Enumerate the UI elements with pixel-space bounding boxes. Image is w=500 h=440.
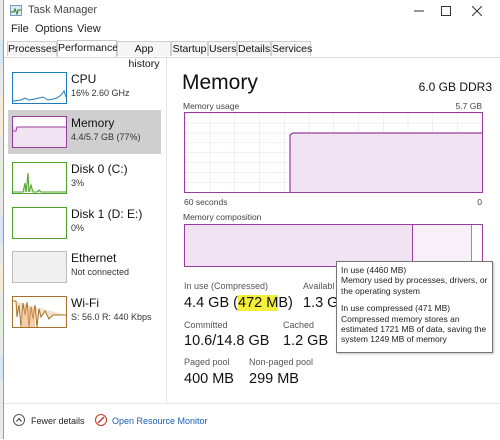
title-bar[interactable]: Task Manager [4,0,500,22]
tooltip-line: In use (4460 MB) [341,265,407,275]
sidebar-item-memory[interactable]: Memory 4.4/5.7 GB (77%) [8,110,161,154]
minimize-icon [414,10,424,12]
available-label: Availabl [303,281,335,291]
disk-0-thumbnail-graph [12,162,67,194]
sidebar-item-ethernet[interactable]: Ethernet Not connected [8,247,161,291]
memory-thumbnail-graph [12,116,67,148]
sidebar-item-label: Ethernet [71,251,117,265]
disk-1-thumbnail-graph [12,207,67,239]
maximize-button[interactable] [431,0,461,22]
in-use-segment[interactable] [185,225,412,266]
memory-composition-tooltip: In use (4460 MB) Memory used by processe… [336,261,493,353]
sidebar-item-label: Memory [71,116,115,130]
cached-value: 1.2 GB [283,333,329,349]
tab-processes[interactable]: Processes [7,41,57,56]
sidebar-item-label: CPU [71,72,97,86]
sidebar-item-label: Wi-Fi [71,296,99,310]
menu-file[interactable]: File [11,23,29,35]
tab-app-history[interactable]: App history [117,41,171,70]
open-resource-monitor-link[interactable]: Open Resource Monitor [112,416,208,426]
tooltip-line: Compressed memory stores an [341,313,460,324]
sidebar-item-wifi[interactable]: Wi-Fi S: 56.0 R: 440 Kbps [8,292,161,336]
segment-divider [471,225,472,266]
tab-startup[interactable]: Startup [171,41,208,56]
committed-value: 10.6/14.8 GB [184,333,270,349]
non-paged-pool-value: 299 MB [249,371,299,387]
menu-view[interactable]: View [77,23,101,35]
page-title: Memory [182,71,258,94]
sidebar-item-sub: 0% [71,223,85,233]
committed-label: Committed [184,320,228,330]
sidebar-item-sub: 4.4/5.7 GB (77%) [71,132,141,142]
memory-spec: 6.0 GB DDR3 [418,80,492,94]
in-use-label: In use (Compressed) [184,281,269,291]
cpu-thumbnail-graph [12,72,67,104]
cached-label: Cached [283,320,315,330]
tooltip-line: In use compressed (471 MB) [341,303,451,314]
sidebar-item-label: Disk 1 (D: E:) [71,207,143,221]
sidebar-item-cpu[interactable]: CPU 16% 2.60 GHz [8,68,161,112]
memory-composition-label: Memory composition [183,212,262,222]
task-manager-window: Task Manager File Options View Processes… [3,0,500,440]
memory-usage-max: 5.7 GB [455,101,482,111]
sidebar-item-sub: S: 56.0 R: 440 Kbps [71,312,152,322]
tab-services[interactable]: Services [271,41,312,56]
tab-users[interactable]: Users [208,41,237,56]
tooltip-line: the operating system [341,285,420,296]
fewer-details-link[interactable]: Fewer details [31,416,85,426]
chevron-up-icon[interactable] [13,414,25,426]
sidebar-item-label: Disk 0 (C:) [71,162,128,176]
sidebar-item-sub: 16% 2.60 GHz [71,88,130,98]
tooltip-line: Memory used by processes, drivers, or [341,275,488,286]
sidebar-item-sub: 3% [71,178,85,188]
footer-bar: Fewer details Open Resource Monitor [4,403,500,440]
performance-sidebar: CPU 16% 2.60 GHz Memory 4.4/5.7 GB (77%)… [4,58,167,403]
memory-usage-label: Memory usage [183,101,240,111]
wifi-thumbnail-graph [12,296,67,328]
resource-monitor-icon[interactable] [95,414,107,426]
memory-usage-graph [184,112,483,193]
sidebar-item-sub: Not connected [71,267,130,277]
non-paged-pool-label: Non-paged pool [249,357,314,367]
axis-right-label: 0 [477,197,482,207]
axis-left-label: 60 seconds [184,197,228,207]
modified-segment[interactable] [413,225,471,266]
sidebar-item-disk-1[interactable]: Disk 1 (D: E:) 0% [8,203,161,247]
close-icon [471,5,483,17]
menu-options[interactable]: Options [35,23,73,35]
ethernet-thumbnail-graph [12,251,67,283]
in-use-value: 4.4 GB (472 MB) [184,295,293,311]
tab-bar: Processes Performance App history Startu… [4,40,500,70]
tooltip-line: estimated 1721 MB of data, saving the [341,324,487,335]
available-value: 1.3 G [303,295,339,311]
tooltip-line: system 1249 MB of memory [341,334,447,345]
minimize-button[interactable] [404,0,434,22]
tab-details[interactable]: Details [237,41,271,56]
window-title: Task Manager [28,4,98,16]
paged-pool-value: 400 MB [184,371,234,387]
task-manager-app-icon [10,5,22,16]
in-use-highlight: 472 M [238,295,279,311]
close-button[interactable] [462,0,492,22]
sidebar-item-disk-0[interactable]: Disk 0 (C:) 3% [8,158,161,202]
tab-performance[interactable]: Performance [57,40,118,57]
maximize-icon [441,6,451,16]
paged-pool-label: Paged pool [184,357,230,367]
